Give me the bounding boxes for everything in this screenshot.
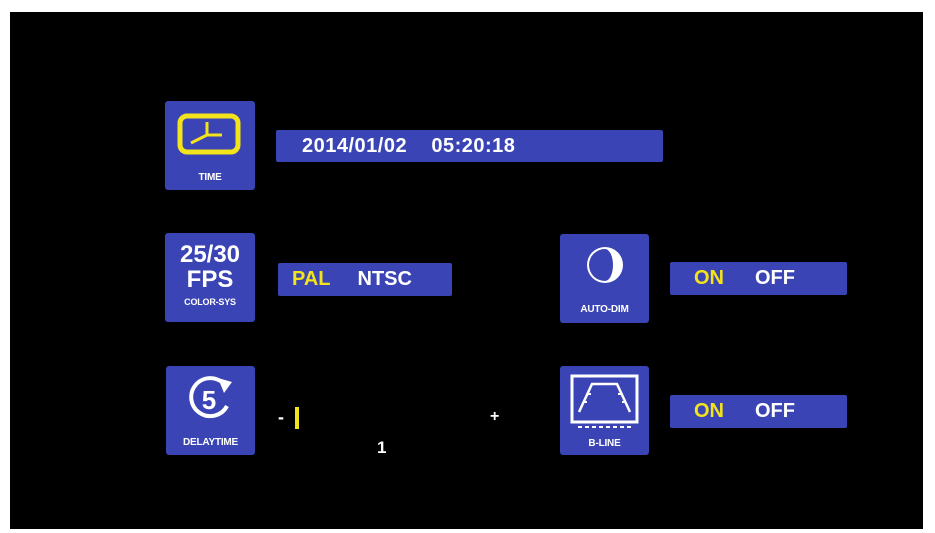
b-line-caption: B-LINE (588, 438, 621, 449)
color-sys-caption: COLOR-SYS (184, 297, 236, 307)
delay-plus-button[interactable]: + (490, 408, 499, 426)
time-value-field[interactable]: 2014/01/02 05:20:18 (276, 130, 663, 162)
delay-5-icon: 5 (186, 376, 236, 424)
delay-slider-track[interactable] (293, 400, 489, 432)
date-time-text: 2014/01/02 05:20:18 (302, 134, 516, 157)
fps-line1: 25/30 (179, 241, 241, 268)
ntsc-option[interactable]: NTSC (358, 268, 412, 291)
color-sys-options: PAL NTSC (278, 263, 452, 296)
delay-time-tile[interactable]: 5 DELAYTIME (166, 366, 255, 455)
color-sys-tile[interactable]: 25/30 FPS COLOR-SYS (165, 233, 255, 322)
pal-option[interactable]: PAL (292, 268, 331, 291)
delay-minus-button[interactable]: - (278, 407, 284, 428)
auto-dim-on-option[interactable]: ON (694, 267, 724, 290)
time-caption: TIME (198, 172, 222, 183)
b-line-off-option[interactable]: OFF (755, 400, 795, 423)
delay-time-caption: DELAYTIME (182, 437, 239, 448)
b-line-on-option[interactable]: ON (694, 400, 724, 423)
delay-value: 1 (377, 438, 387, 457)
auto-dim-caption: AUTO-DIM (580, 304, 629, 315)
time-tile[interactable]: TIME (165, 101, 255, 190)
clock-icon (177, 113, 241, 155)
auto-dim-options: ON OFF (670, 262, 847, 295)
b-line-options: ON OFF (670, 395, 847, 428)
delay-slider-thumb[interactable] (295, 407, 299, 429)
fps-line2: FPS (186, 266, 234, 293)
parking-guide-line-icon (570, 374, 639, 432)
svg-text:5: 5 (202, 385, 216, 415)
auto-dim-tile[interactable]: AUTO-DIM (560, 234, 649, 323)
auto-dim-off-option[interactable]: OFF (755, 267, 795, 290)
half-moon-icon (584, 244, 626, 286)
b-line-tile[interactable]: B-LINE (560, 366, 649, 455)
osd-menu-screen: TIME 2014/01/02 05:20:18 25/30 FPS COLOR… (10, 12, 923, 529)
